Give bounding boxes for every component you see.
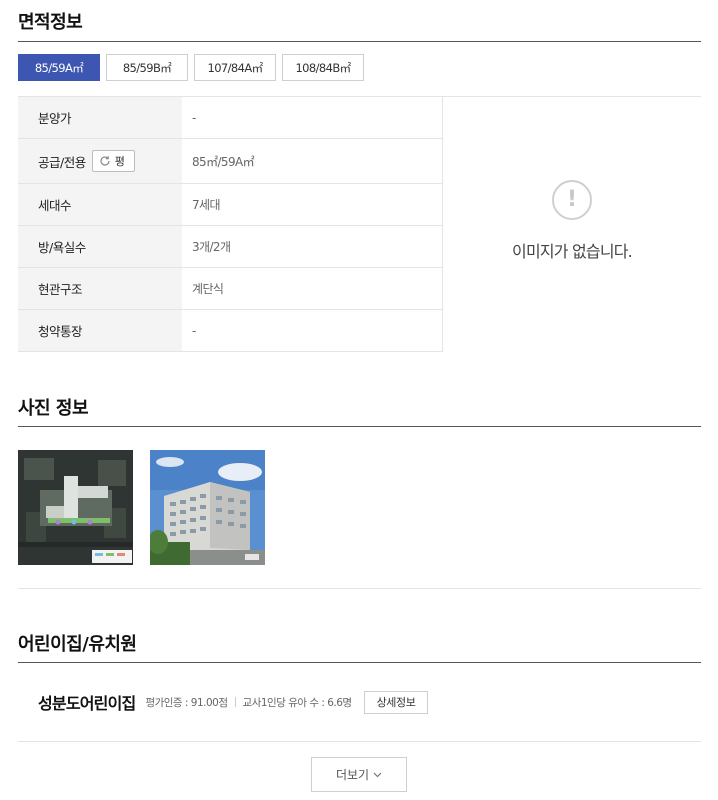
no-image-text: 이미지가 없습니다. [512,241,633,261]
photo-section-bottom-divider [18,588,701,589]
row-value: 3개/2개 [192,240,231,254]
row-label: 공급/전용 평 [18,139,182,183]
daycare-item: 성분도어린이집 평가인증 : 91.00점 교사1인당 유아 수 : 6.6명 … [38,690,429,714]
exclamation-icon: ! [552,179,592,220]
pyeong-toggle-button[interactable]: 평 [91,150,136,172]
chevron-down-icon [373,772,382,777]
tab-107-84a[interactable]: 107/84A㎡ [194,54,276,81]
row-entrance: 현관구조 계단식 [18,268,442,310]
daycare-section-divider [18,662,701,663]
row-households: 세대수 7세대 [18,184,442,226]
more-button[interactable]: 더보기 [311,757,407,792]
tab-85-59b[interactable]: 85/59B㎡ [106,54,188,81]
row-subscription: 청약통장 - [18,310,442,352]
area-section-title: 면적정보 [18,12,83,33]
site-plan-photo[interactable] [18,450,133,565]
row-value: 7세대 [192,198,221,212]
row-value: - [192,110,196,125]
daycare-rating: 평가인증 : 91.00점 [145,696,228,709]
no-image-placeholder: ! 이미지가 없습니다. [442,97,701,352]
row-rooms-baths: 방/욕실수 3개/2개 [18,226,442,268]
row-value: 계단식 [192,282,224,296]
row-value: 85㎡/59A㎡ [192,154,255,169]
row-sale-price: 분양가 - [18,97,442,139]
daycare-section-title: 어린이집/유치원 [18,634,137,655]
row-value: - [192,323,196,338]
meta-separator [234,697,236,707]
area-section-divider [18,41,701,42]
tab-108-84b[interactable]: 108/84B㎡ [282,54,364,81]
daycare-bottom-divider [18,741,701,742]
photo-section-divider [18,426,701,427]
photo-section-title: 사진 정보 [18,398,89,419]
row-supply-exclusive: 공급/전용 평 85㎡/59A㎡ [18,139,442,184]
row-label: 청약통장 [18,310,182,351]
daycare-name: 성분도어린이집 [38,694,136,713]
building-rendering-photo[interactable] [150,450,265,565]
tab-85-59a[interactable]: 85/59A㎡ [18,54,100,81]
row-label: 분양가 [18,97,182,138]
row-label-text: 공급/전용 [38,154,86,170]
more-button-label: 더보기 [335,768,370,782]
daycare-teacher-ratio: 교사1인당 유아 수 : 6.6명 [242,696,353,709]
area-type-tabs: 85/59A㎡ 85/59B㎡ 107/84A㎡ 108/84B㎡ [18,54,364,81]
row-label: 현관구조 [18,268,182,309]
area-info-table: 분양가 - 공급/전용 평 85㎡/59A㎡ 세대수 7세대 방/욕실수 3개/… [18,96,701,352]
refresh-icon [100,156,110,166]
row-label: 방/욕실수 [18,226,182,267]
row-label: 세대수 [18,184,182,225]
pyeong-button-label: 평 [114,155,125,168]
daycare-detail-button[interactable]: 상세정보 [363,690,429,714]
